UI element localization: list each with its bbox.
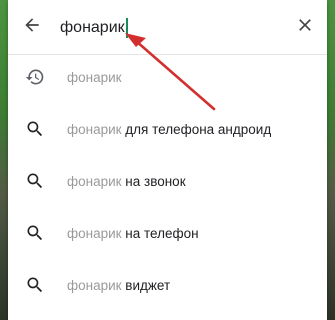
search-query-text: фонарик <box>60 19 125 36</box>
text-cursor <box>125 18 128 38</box>
back-button[interactable] <box>20 15 44 39</box>
clear-search-button[interactable] <box>293 15 317 39</box>
search-icon <box>24 274 46 296</box>
suggestion-item[interactable]: фонарик на звонок <box>8 156 327 208</box>
suggestion-item-history[interactable]: фонарик <box>8 52 327 104</box>
suggestion-text: фонарик виджет <box>67 278 171 293</box>
search-icon <box>24 118 46 140</box>
suggestion-text: фонарик на звонок <box>67 174 186 189</box>
search-icon <box>24 170 46 192</box>
suggestion-text: фонарик для телефона андроид <box>67 122 272 137</box>
suggestion-item[interactable]: фонарик на телефон <box>8 208 327 260</box>
background-right-edge <box>327 0 335 320</box>
search-icon <box>24 222 46 244</box>
search-suggestions-panel: фонарик фонарик фонарик для телефона анд… <box>8 0 327 320</box>
background-left-edge <box>0 0 8 320</box>
history-icon <box>24 66 46 88</box>
close-icon <box>295 15 315 40</box>
suggestion-item[interactable]: фонарик для телефона андроид <box>8 104 327 156</box>
arrow-back-icon <box>22 15 42 40</box>
search-bar: фонарик <box>8 0 327 55</box>
search-input[interactable]: фонарик <box>60 15 128 41</box>
suggestion-item[interactable]: фонарик виджет <box>8 260 327 312</box>
suggestion-text: фонарик <box>67 70 122 85</box>
suggestion-text: фонарик на телефон <box>67 226 199 241</box>
